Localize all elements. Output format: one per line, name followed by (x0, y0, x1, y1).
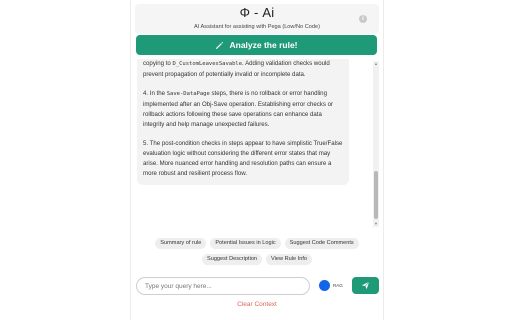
inline-code: D_CustomLeavesSavable (172, 61, 243, 67)
send-icon (361, 281, 370, 290)
chip-suggest-description[interactable]: Suggest Description (201, 254, 263, 265)
send-button[interactable] (352, 277, 379, 294)
analyze-rule-button[interactable]: Analyze the rule! (136, 35, 377, 55)
chat-scrollbar[interactable]: ▲ ▼ (373, 61, 379, 227)
clear-context-link[interactable]: Clear Context (131, 301, 383, 308)
chat-messages: copying to D_CustomLeavesSavable. Adding… (134, 59, 372, 229)
chip-summary-of-rule[interactable]: Summary of rule (155, 238, 207, 249)
chip-row: Summary of rule Potential Issues in Logi… (131, 238, 383, 249)
suggestion-chips: Summary of rule Potential Issues in Logi… (131, 238, 383, 270)
message-paragraph: 4. In the Save-DataPage steps, there is … (143, 89, 343, 129)
analyze-rule-label: Analyze the rule! (229, 40, 298, 50)
rag-label: RAG (333, 283, 343, 288)
app-subtitle: AI Assistant for assisting with Pega (Lo… (194, 24, 320, 30)
query-input[interactable] (136, 277, 310, 295)
info-icon[interactable]: i (359, 15, 367, 23)
scrollbar-thumb[interactable] (374, 171, 378, 219)
text-span: 4. In the (143, 90, 167, 98)
inline-code: Save-DataPage (166, 91, 210, 98)
chip-row: Suggest Description View Rule Info (131, 254, 383, 265)
rag-toggle-dot[interactable] (319, 280, 330, 291)
chip-view-rule-info[interactable]: View Rule Info (266, 254, 313, 265)
query-input-row: RAG (136, 277, 379, 295)
pencil-icon (216, 41, 224, 49)
scroll-up-arrow-icon[interactable]: ▲ (373, 61, 379, 67)
assistant-message: copying to D_CustomLeavesSavable. Adding… (137, 59, 349, 185)
ai-assistant-panel: Φ - Ai AI Assistant for assisting with P… (130, 0, 384, 320)
chip-suggest-code-comments[interactable]: Suggest Code Comments (284, 238, 359, 249)
message-paragraph: copying to D_CustomLeavesSavable. Adding… (143, 59, 343, 80)
message-paragraph: 5. The post-condition checks in steps ap… (143, 140, 343, 177)
app-header: Φ - Ai AI Assistant for assisting with P… (135, 4, 379, 34)
text-span: copying to (143, 60, 173, 67)
chip-potential-issues[interactable]: Potential Issues in Logic (210, 238, 281, 249)
rag-toggle[interactable]: RAG (319, 280, 345, 292)
app-title: Φ - Ai (239, 5, 275, 20)
scroll-down-arrow-icon[interactable]: ▼ (373, 221, 379, 227)
